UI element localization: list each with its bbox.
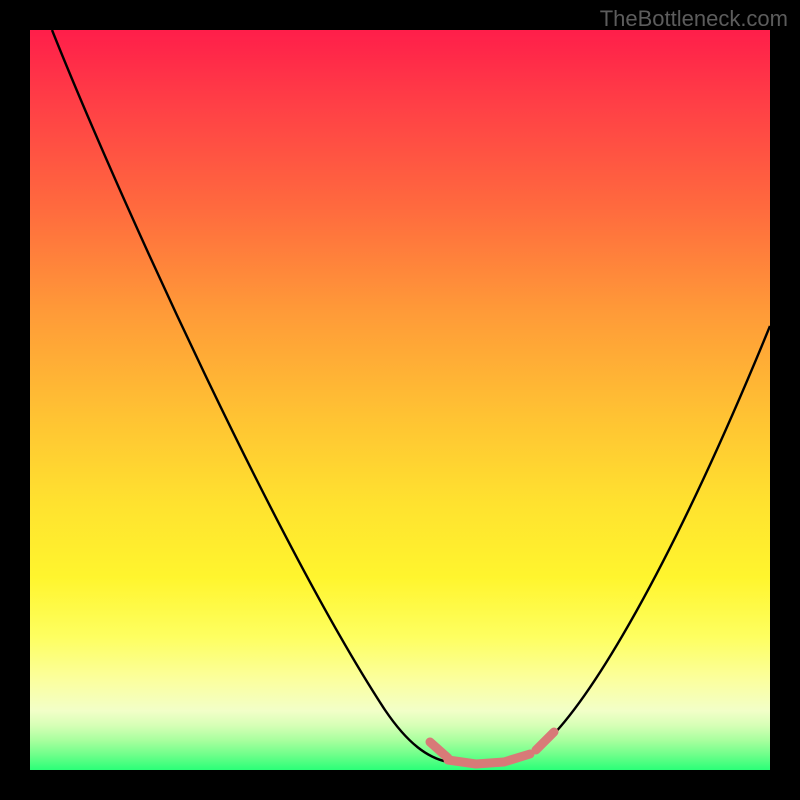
gradient-background [30, 30, 770, 770]
plot-area [30, 30, 770, 770]
watermark-text: TheBottleneck.com [600, 6, 788, 32]
chart-stage: TheBottleneck.com [0, 0, 800, 800]
